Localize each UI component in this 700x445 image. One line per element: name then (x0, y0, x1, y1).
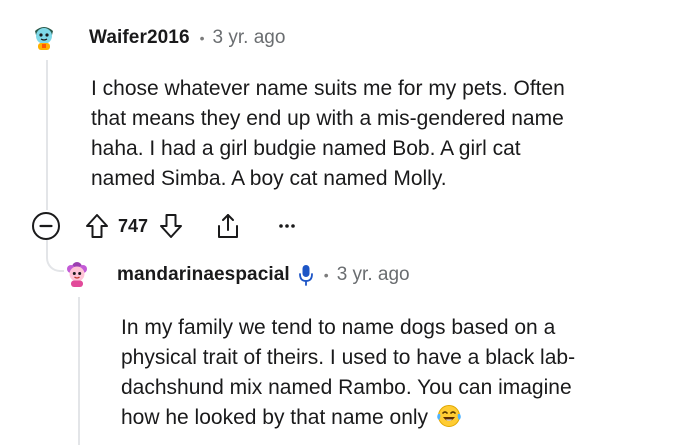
snoo-avatar-icon (35, 27, 53, 50)
reply-thread-line[interactable] (78, 297, 80, 445)
more-options-button[interactable] (278, 223, 296, 229)
reply-text-line: dachshund mix named Rambo. You can imagi… (121, 376, 572, 399)
reply-header: mandarinaespacial • 3 yr. ago (117, 262, 410, 288)
downvote-arrow-icon (160, 214, 183, 238)
username[interactable]: Waifer2016 (89, 27, 190, 49)
laughing-tears-emoji-icon (436, 404, 462, 437)
comment-text-line: I chose whatever name suits me for my pe… (91, 77, 565, 100)
comment-text-line: named Simba. A boy cat named Molly. (91, 167, 447, 190)
more-dots-icon (279, 224, 295, 228)
snoo-avatar-icon (67, 262, 87, 287)
comment-header: Waifer2016 • 3 yr. ago (89, 25, 285, 51)
upvote-arrow-icon (86, 214, 108, 238)
collapse-minus-icon (32, 212, 60, 240)
comment-text-line: that means they end up with a mis-gender… (91, 107, 564, 130)
thread-line[interactable] (46, 60, 48, 210)
timestamp[interactable]: 3 yr. ago (213, 27, 286, 49)
comment-text-line: haha. I had a girl budgie named Bob. A g… (91, 137, 521, 160)
reply-text-line: how he looked by that name only (121, 406, 429, 429)
avatar[interactable] (63, 259, 91, 287)
reply-text-line: physical trait of theirs. I used to have… (121, 346, 576, 369)
reply-text-line: In my family we tend to name dogs based … (121, 316, 556, 339)
share-icon (218, 214, 239, 238)
downvote-button[interactable] (158, 212, 184, 240)
comment-action-bar: 747 (30, 210, 296, 242)
avatar[interactable] (30, 22, 58, 50)
collapse-button[interactable] (30, 210, 62, 242)
share-button[interactable] (214, 211, 242, 241)
timestamp[interactable]: 3 yr. ago (337, 264, 410, 286)
meta-separator: • (199, 30, 205, 46)
username[interactable]: mandarinaespacial (117, 264, 290, 286)
comment-body: I chose whatever name suits me for my pe… (91, 74, 681, 194)
microphone-icon (298, 264, 314, 286)
upvote-button[interactable] (84, 212, 110, 240)
vote-count: 747 (118, 215, 149, 236)
reply-body: In my family we tend to name dogs based … (121, 313, 681, 437)
meta-separator: • (323, 267, 329, 283)
reply-connector (46, 240, 64, 272)
reply-text-line-last: how he looked by that name only (121, 403, 681, 437)
